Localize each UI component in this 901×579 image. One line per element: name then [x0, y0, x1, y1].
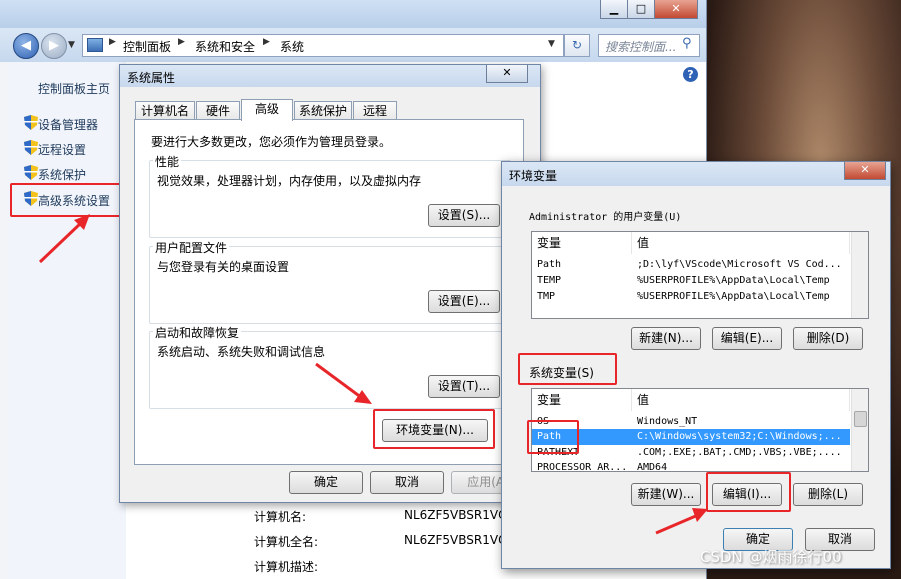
- user-delete-button[interactable]: 删除(D): [793, 327, 863, 350]
- watermark: CSDN @烟雨徐行00: [700, 548, 842, 566]
- list-item-selected[interactable]: Path C:\Windows\system32;C:\Windows;...: [532, 429, 850, 445]
- cancel-button[interactable]: 取消: [370, 471, 444, 494]
- column-header-value[interactable]: 值: [632, 389, 850, 411]
- scrollbar-thumb[interactable]: [854, 411, 867, 427]
- list-item[interactable]: PROCESSOR_AR... AMD64: [532, 460, 868, 471]
- detail-label: 计算机全名:: [254, 535, 319, 549]
- tab-hardware[interactable]: 硬件: [196, 101, 240, 121]
- detail-value: NL6ZF5VBSR1VQ: [404, 533, 508, 547]
- column-header-variable[interactable]: 变量: [532, 232, 632, 254]
- search-input[interactable]: 搜索控制面... ⚲: [598, 34, 700, 57]
- forward-icon[interactable]: ▶: [41, 33, 67, 59]
- user-new-button[interactable]: 新建(N)...: [631, 327, 701, 350]
- chevron-right-icon: ▶: [263, 37, 270, 47]
- user-variables-label: Administrator 的用户变量(U): [529, 212, 682, 223]
- system-delete-button[interactable]: 删除(L): [793, 483, 863, 506]
- sidebar-home-link[interactable]: 控制面板主页: [38, 80, 110, 97]
- sidebar-item-protection[interactable]: 系统保护: [38, 166, 86, 183]
- list-item[interactable]: Path ;D:\lyf\VScode\Microsoft VS Cod...: [532, 257, 868, 273]
- dialog-title: 系统属性: [127, 71, 176, 85]
- search-icon[interactable]: ⚲: [682, 36, 692, 51]
- breadcrumb-control-panel[interactable]: 控制面板: [123, 38, 171, 55]
- minimize-button[interactable]: ▁: [600, 0, 628, 19]
- system-new-button[interactable]: 新建(W)...: [631, 483, 701, 506]
- help-icon[interactable]: ?: [683, 67, 698, 82]
- tab-system-protection[interactable]: 系统保护: [294, 101, 352, 121]
- breadcrumb-system[interactable]: 系统: [280, 38, 304, 55]
- annotation-arrow: [655, 508, 708, 535]
- scrollbar[interactable]: [851, 389, 868, 471]
- list-item[interactable]: OS Windows_NT: [532, 414, 868, 430]
- scrollbar[interactable]: [851, 232, 868, 318]
- history-dropdown-icon[interactable]: ▼: [68, 40, 75, 50]
- performance-settings-button[interactable]: 设置(S)...: [428, 204, 500, 227]
- column-header-variable[interactable]: 变量: [532, 389, 632, 411]
- shield-icon: [24, 165, 38, 180]
- address-dropdown-icon[interactable]: ▼: [548, 39, 555, 49]
- detail-label: 计算机名:: [254, 510, 307, 524]
- ok-button[interactable]: 确定: [289, 471, 363, 494]
- sidebar-item-remote[interactable]: 远程设置: [38, 141, 86, 158]
- highlight-edit-button: [706, 472, 791, 512]
- window-titlebar: ▁ □ ✕: [0, 0, 706, 28]
- shield-icon: [24, 115, 38, 130]
- user-variables-list[interactable]: 变量 值 Path ;D:\lyf\VScode\Microsoft VS Cod…: [531, 231, 869, 319]
- close-button[interactable]: ✕: [844, 162, 886, 180]
- startup-settings-button[interactable]: 设置(T)...: [428, 375, 500, 398]
- back-icon[interactable]: ◀: [13, 33, 39, 59]
- admin-note: 要进行大多数更改，您必须作为管理员登录。: [151, 135, 392, 149]
- group-description: 与您登录有关的桌面设置: [157, 260, 290, 274]
- search-placeholder: 搜索控制面...: [605, 40, 677, 54]
- group-title: 用户配置文件: [153, 239, 230, 256]
- system-variables-list[interactable]: 变量 值 OS Windows_NT Path C:\Windows\system3…: [531, 388, 869, 472]
- tab-remote[interactable]: 远程: [353, 101, 397, 121]
- detail-value: NL6ZF5VBSR1VQ: [404, 508, 508, 522]
- highlight-path-row: [527, 420, 579, 454]
- breadcrumb-security[interactable]: 系统和安全: [195, 38, 255, 55]
- maximize-button[interactable]: □: [627, 0, 655, 19]
- dialog-titlebar: 环境变量 ✕: [502, 162, 890, 186]
- group-title: 性能: [153, 153, 182, 170]
- detail-label: 计算机描述:: [254, 560, 319, 574]
- tab-advanced[interactable]: 高级: [241, 99, 293, 121]
- computer-icon: [87, 38, 103, 52]
- highlight-system-vars: [518, 353, 617, 385]
- list-item[interactable]: PATHEXT .COM;.EXE;.BAT;.CMD;.VBS;.VBE;...…: [532, 445, 868, 461]
- annotation-arrow: [315, 362, 372, 404]
- shield-icon: [24, 140, 38, 155]
- annotation-arrow: [38, 214, 90, 264]
- group-description: 系统启动、系统失败和调试信息: [157, 345, 326, 359]
- group-title: 启动和故障恢复: [153, 324, 242, 341]
- sidebar-item-device-manager[interactable]: 设备管理器: [38, 116, 98, 133]
- address-box[interactable]: ▶ 控制面板 ▶ 系统和安全 ▶ 系统 ▼: [82, 34, 564, 57]
- user-edit-button[interactable]: 编辑(E)...: [712, 327, 782, 350]
- highlight-env-button: [373, 409, 495, 449]
- close-button[interactable]: ✕: [654, 0, 698, 19]
- sidebar: 控制面板主页 设备管理器 远程设置 系统保护 高级系统设置: [8, 62, 126, 579]
- dialog-titlebar: 系统属性 ✕: [120, 65, 540, 87]
- column-header-value[interactable]: 值: [632, 232, 850, 254]
- dialog-title: 环境变量: [509, 169, 558, 183]
- list-item[interactable]: TEMP %USERPROFILE%\AppData\Local\Temp: [532, 273, 868, 289]
- tab-computer-name[interactable]: 计算机名: [135, 101, 195, 121]
- group-description: 视觉效果，处理器计划，内存使用，以及虚拟内存: [157, 174, 422, 188]
- chevron-right-icon: ▶: [109, 37, 116, 47]
- chevron-right-icon: ▶: [178, 37, 185, 47]
- profile-settings-button[interactable]: 设置(E)...: [428, 290, 500, 313]
- refresh-icon[interactable]: ↻: [564, 34, 590, 57]
- list-item[interactable]: TMP %USERPROFILE%\AppData\Local\Temp: [532, 289, 868, 305]
- close-button[interactable]: ✕: [486, 65, 528, 83]
